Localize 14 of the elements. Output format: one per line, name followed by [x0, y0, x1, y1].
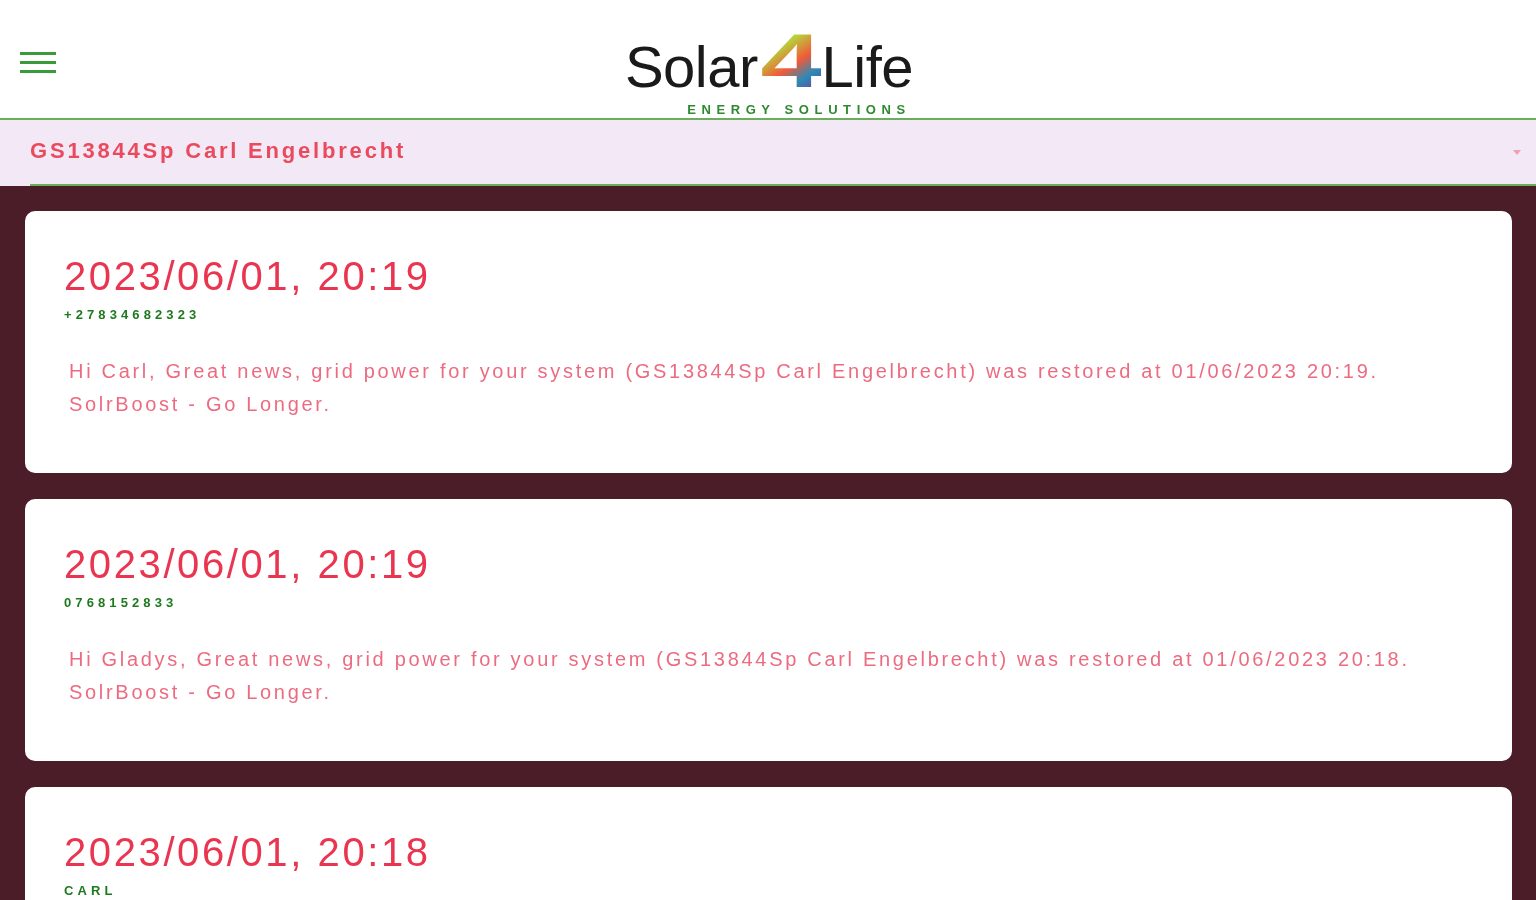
message-text: Hi Carl, Great news, grid power for your system (GS13844Sp Carl Engelbrecht) was restored at 01/06/2023 20:19. SolrBoost - Go Longer.	[68, 359, 1380, 417]
message-timestamp: 2023/06/01, 20:18	[64, 829, 432, 875]
system-select[interactable]: GS13844Sp Carl Engelbrecht	[0, 120, 1536, 186]
message-text: Hi Gladys, Great news, grid power for your system (GS13844Sp Carl Engelbrecht) was restored at 01/06/2023 20:18. SolrBoost - Go Longer.	[68, 647, 1411, 705]
message-timestamp: 2023/06/01, 20:19	[64, 253, 432, 299]
logo-tagline: ENERGY SOLUTIONS	[687, 102, 911, 117]
message-sender: +27834682323	[64, 307, 202, 323]
menu-icon	[20, 52, 56, 73]
message-sender: CARL	[64, 883, 118, 899]
message-timestamp: 2023/06/01, 20:19	[64, 541, 432, 587]
caret-icon	[1513, 149, 1521, 155]
logo-wordmark: Solar4Life	[624, 29, 914, 93]
menu-button[interactable]	[20, 52, 56, 73]
message-sender: 0768152833	[64, 595, 179, 611]
